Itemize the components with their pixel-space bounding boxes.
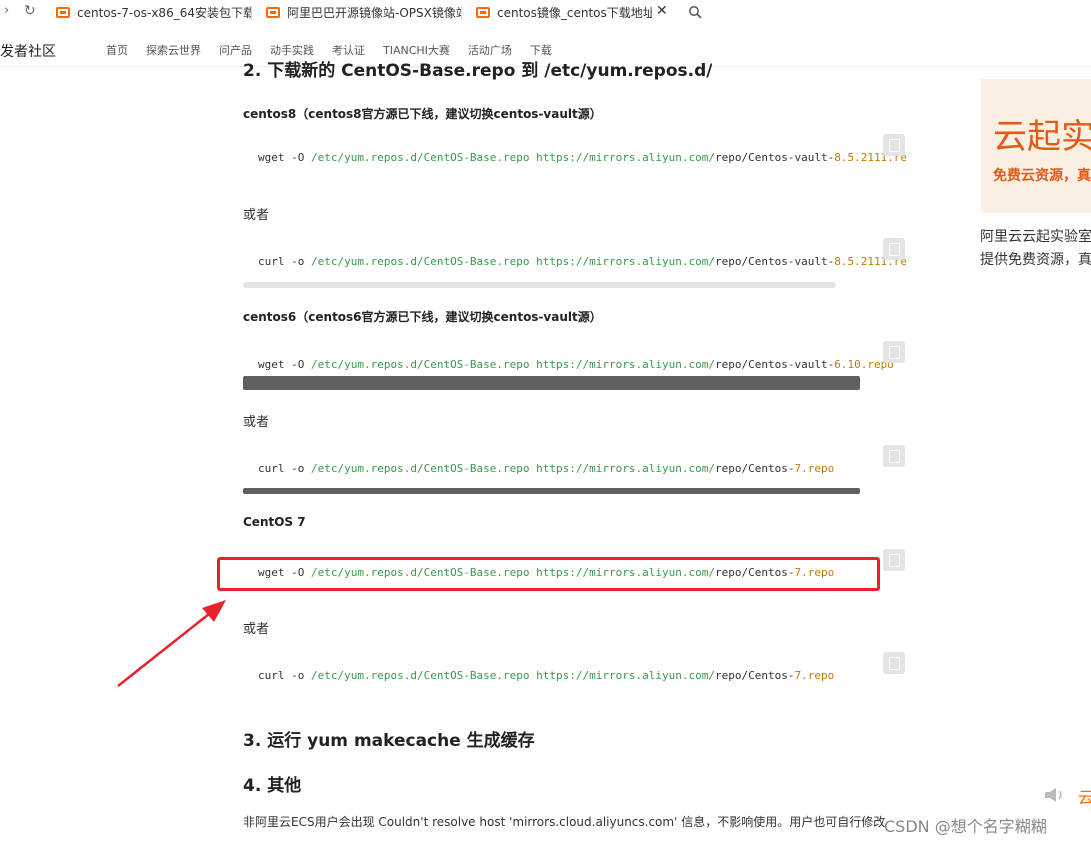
tab-title: 阿里巴巴开源镜像站-OPSX镜像站 — [287, 6, 462, 20]
code-block-centos8-wget: wget -O /etc/yum.repos.d/CentOS-Base.rep… — [243, 128, 908, 188]
ad-text-line[interactable]: 阿里云云起实验室 — [980, 226, 1091, 246]
close-tab-icon[interactable]: ✕ — [656, 3, 668, 19]
reload-icon[interactable]: ↻ — [24, 3, 36, 19]
nav-link-home[interactable]: 首页 — [106, 42, 128, 58]
aliyun-favicon-icon — [56, 7, 70, 18]
floating-widget-label[interactable]: 云 — [1078, 784, 1091, 808]
section-4-title: 4. 其他 — [243, 776, 302, 796]
copy-icon[interactable] — [883, 445, 905, 467]
copy-icon[interactable] — [883, 134, 905, 156]
centos7-label: CentOS 7 — [243, 515, 306, 529]
copy-icon[interactable] — [883, 549, 905, 571]
nav-link-explore[interactable]: 探索云世界 — [146, 42, 201, 58]
or-text: 或者 — [243, 415, 270, 430]
speaker-icon[interactable] — [1042, 785, 1070, 805]
copy-icon[interactable] — [883, 341, 905, 363]
horizontal-scrollbar[interactable] — [243, 488, 860, 494]
sidebar-ad-banner[interactable]: 云起实 免费云资源，真 — [981, 79, 1091, 213]
csdn-watermark: CSDN @想个名字糊糊 — [884, 817, 1047, 836]
tab-centos-mirror[interactable]: centos镜像_centos下载地址_ — [476, 0, 652, 25]
browser-tab-strip: › ↻ centos-7-os-x86_64安装包下载_ 阿里巴巴开源镜像站-O… — [0, 0, 1091, 25]
search-icon[interactable] — [688, 5, 703, 20]
or-text: 或者 — [243, 622, 270, 637]
command-text[interactable]: wget -O /etc/yum.repos.d/CentOS-Base.rep… — [258, 128, 906, 188]
command-text[interactable]: curl -o /etc/yum.repos.d/CentOS-Base.rep… — [258, 646, 906, 706]
tab-title: centos镜像_centos下载地址_ — [497, 6, 652, 20]
forward-icon[interactable]: › — [4, 3, 9, 18]
annotation-highlight-box — [217, 557, 880, 591]
section-3-title: 3. 运行 yum makecache 生成缓存 — [243, 731, 535, 751]
copy-icon[interactable] — [883, 238, 905, 260]
section-2-title: 2. 下载新的 CentOS-Base.repo 到 /etc/yum.repo… — [243, 61, 713, 81]
article-content: 2. 下载新的 CentOS-Base.repo 到 /etc/yum.repo… — [243, 56, 908, 816]
horizontal-scrollbar[interactable] — [243, 282, 836, 288]
or-text: 或者 — [243, 208, 270, 223]
aliyun-favicon-icon — [476, 7, 490, 18]
code-block-centos7-curl: curl -o /etc/yum.repos.d/CentOS-Base.rep… — [243, 646, 908, 706]
footnote-text: 非阿里云ECS用户会出现 Couldn't resolve host 'mirr… — [243, 815, 886, 829]
horizontal-scrollbar[interactable] — [243, 376, 860, 390]
centos8-label: centos8（centos8官方源已下线，建议切换centos-vault源） — [243, 107, 602, 121]
copy-icon[interactable] — [883, 652, 905, 674]
centos6-label: centos6（centos6官方源已下线，建议切换centos-vault源） — [243, 310, 602, 324]
ad-subtitle: 免费云资源，真 — [993, 168, 1091, 184]
tab-title: centos-7-os-x86_64安装包下载_ — [77, 6, 252, 20]
ad-title: 云起实 — [993, 117, 1091, 157]
annotation-arrow-icon — [117, 600, 226, 687]
site-brand[interactable]: 发者社区 — [0, 41, 56, 61]
ad-text-line[interactable]: 提供免费资源，真 — [980, 249, 1091, 269]
aliyun-favicon-icon — [266, 7, 280, 18]
tab-centos-download[interactable]: centos-7-os-x86_64安装包下载_ — [56, 0, 252, 25]
tab-opsx-mirror[interactable]: 阿里巴巴开源镜像站-OPSX镜像站 — [266, 0, 462, 25]
